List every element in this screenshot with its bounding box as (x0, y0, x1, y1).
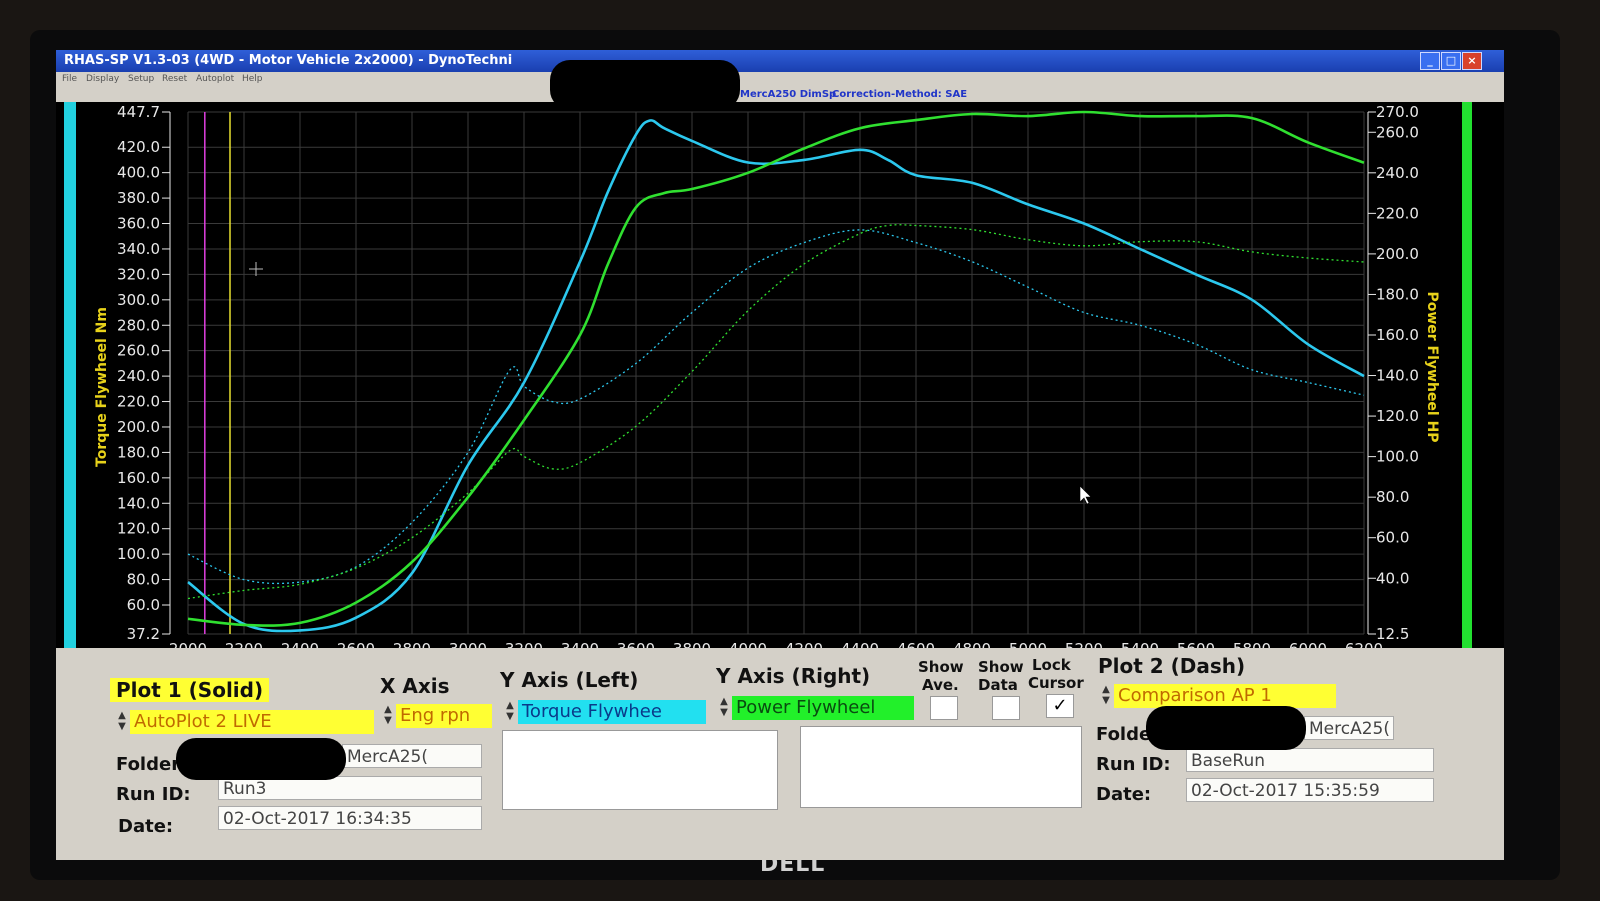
plot2-date-label: Date: (1096, 784, 1152, 805)
plot2-spinner[interactable]: ▲ ▼ (1100, 684, 1112, 708)
y-right-tick-label: 160.0 (1376, 326, 1419, 344)
menu-display[interactable]: Display (86, 74, 119, 84)
maximize-button[interactable]: □ (1441, 52, 1461, 70)
show-data-label-1: Show (978, 658, 1024, 676)
y-right-tick-label: 60.0 (1376, 529, 1409, 547)
y-right-tick-label: 80.0 (1376, 488, 1409, 506)
plot2-title: Plot 2 (Dash) (1098, 654, 1246, 678)
run-info-header: MercA250 DimSp Correction-Method: SAE (56, 88, 1504, 102)
plot2-run-id-label: Run ID: (1096, 754, 1171, 775)
x-axis-spinner[interactable]: ▲ ▼ (382, 704, 394, 728)
y-right-tick-label: 240.0 (1376, 164, 1419, 182)
minimize-button[interactable]: _ (1420, 52, 1440, 70)
y-right-tick-label: 120.0 (1376, 407, 1419, 425)
dyno-app-window: RHAS-SP V1.3-03 (4WD - Motor Vehicle 2x2… (56, 50, 1504, 860)
y-left-axis-title: Torque Flywheel Nm (94, 307, 110, 467)
redaction-mark (176, 738, 346, 780)
lock-cursor-label-1: Lock (1032, 656, 1071, 674)
y-right-info-box (800, 726, 1082, 808)
plot1-source-select[interactable]: AutoPlot 2 LIVE (130, 710, 374, 734)
y-right-select[interactable]: Power Flywheel (732, 696, 914, 720)
lock-cursor-label-2: Cursor (1028, 674, 1084, 692)
menu-file[interactable]: File (62, 74, 77, 84)
plot1-run-id-label: Run ID: (116, 784, 191, 805)
y-right-spinner[interactable]: ▲ ▼ (718, 696, 730, 720)
y-right-tick-label: 200.0 (1376, 245, 1419, 263)
title-bar: RHAS-SP V1.3-03 (4WD - Motor Vehicle 2x2… (56, 50, 1504, 72)
correction-method: Correction-Method: SAE (832, 89, 968, 100)
y-left-spinner[interactable]: ▲ ▼ (504, 700, 516, 724)
y-left-tick-label: 260.0 (117, 342, 160, 360)
y-left-tick-label: 37.2 (127, 625, 160, 643)
y-right-tick-label: 12.5 (1376, 625, 1409, 643)
y-left-tick-label: 420.0 (117, 138, 160, 156)
plot2-folder-field[interactable]: MercA25( (1304, 716, 1394, 740)
y-right-tick-label: 100.0 (1376, 448, 1419, 466)
y-left-tick-label: 80.0 (127, 571, 160, 589)
y-left-tick-label: 220.0 (117, 393, 160, 411)
y-left-tick-label: 360.0 (117, 215, 160, 233)
plot-control-panel: Plot 1 (Solid) ▲ ▼ AutoPlot 2 LIVE Folder… (56, 648, 1504, 860)
left-axis-color-bar (64, 102, 76, 650)
redaction-mark (550, 60, 740, 110)
y-left-tick-label: 300.0 (117, 291, 160, 309)
y-left-tick-label: 180.0 (117, 443, 160, 461)
y-left-tick-label: 447.7 (117, 103, 160, 121)
window-title: RHAS-SP V1.3-03 (4WD - Motor Vehicle 2x2… (64, 53, 513, 68)
y-right-tick-label: 260.0 (1376, 123, 1419, 141)
y-left-tick-label: 400.0 (117, 164, 160, 182)
y-left-tick-label: 120.0 (117, 520, 160, 538)
plot2-folder-label: Folde (1096, 724, 1152, 745)
y-left-tick-label: 380.0 (117, 189, 160, 207)
y-left-tick-label: 160.0 (117, 469, 160, 487)
show-data-checkbox[interactable] (992, 696, 1020, 720)
plot1-date-field[interactable]: 02-Oct-2017 16:34:35 (218, 806, 482, 830)
y-left-tick-label: 60.0 (127, 596, 160, 614)
y-left-tick-label: 340.0 (117, 240, 160, 258)
show-data-label-2: Data (978, 676, 1018, 694)
y-right-tick-label: 270.0 (1376, 103, 1419, 121)
plot1-date-label: Date: (118, 816, 174, 837)
y-left-tick-label: 280.0 (117, 316, 160, 334)
show-ave-label-2: Ave. (922, 676, 959, 694)
menu-bar: File Display Setup Reset Autoplot Help (56, 72, 1504, 88)
x-axis-title: X Axis (380, 674, 450, 698)
y-left-select[interactable]: Torque Flywhee (518, 700, 706, 724)
x-axis-select[interactable]: Eng rpn (396, 704, 492, 728)
menu-autoplot[interactable]: Autoplot (196, 74, 234, 84)
y-left-tick-label: 320.0 (117, 265, 160, 283)
y-left-info-box (502, 730, 778, 810)
plot1-spinner[interactable]: ▲ ▼ (116, 710, 128, 734)
y-right-tick-label: 220.0 (1376, 204, 1419, 222)
y-right-axis-title: Power Flywheel HP (1424, 291, 1440, 442)
y-right-tick-label: 40.0 (1376, 569, 1409, 587)
close-button[interactable]: × (1462, 52, 1482, 70)
redaction-mark (1146, 706, 1306, 750)
menu-help[interactable]: Help (242, 74, 263, 84)
plot2-date-field[interactable]: 02-Oct-2017 15:35:59 (1186, 778, 1434, 802)
y-left-tick-label: 200.0 (117, 418, 160, 436)
show-ave-label-1: Show (918, 658, 964, 676)
y-left-title: Y Axis (Left) (500, 668, 639, 692)
plot2-source-select[interactable]: Comparison AP 1 (1114, 684, 1336, 708)
lock-cursor-checkbox[interactable]: ✓ (1046, 694, 1074, 718)
y-right-title: Y Axis (Right) (716, 664, 871, 688)
plot1-title: Plot 1 (Solid) (110, 678, 270, 702)
show-ave-checkbox[interactable] (930, 696, 958, 720)
y-left-tick-label: 100.0 (117, 545, 160, 563)
plot2-run-id-field[interactable]: BaseRun (1186, 748, 1434, 772)
plot1-folder-field[interactable]: MercA25( (342, 744, 482, 768)
dyno-chart: 2000220024002600280030003200340036003800… (56, 102, 1504, 682)
vehicle-name: MercA250 DimSp (740, 89, 837, 100)
right-axis-color-bar (1462, 102, 1472, 650)
y-right-tick-label: 180.0 (1376, 285, 1419, 303)
chart-background (56, 102, 1504, 682)
y-left-tick-label: 140.0 (117, 494, 160, 512)
y-left-tick-label: 240.0 (117, 367, 160, 385)
menu-reset[interactable]: Reset (162, 74, 187, 84)
menu-setup[interactable]: Setup (128, 74, 154, 84)
y-right-tick-label: 140.0 (1376, 367, 1419, 385)
dyno-chart-svg: 2000220024002600280030003200340036003800… (56, 102, 1504, 682)
